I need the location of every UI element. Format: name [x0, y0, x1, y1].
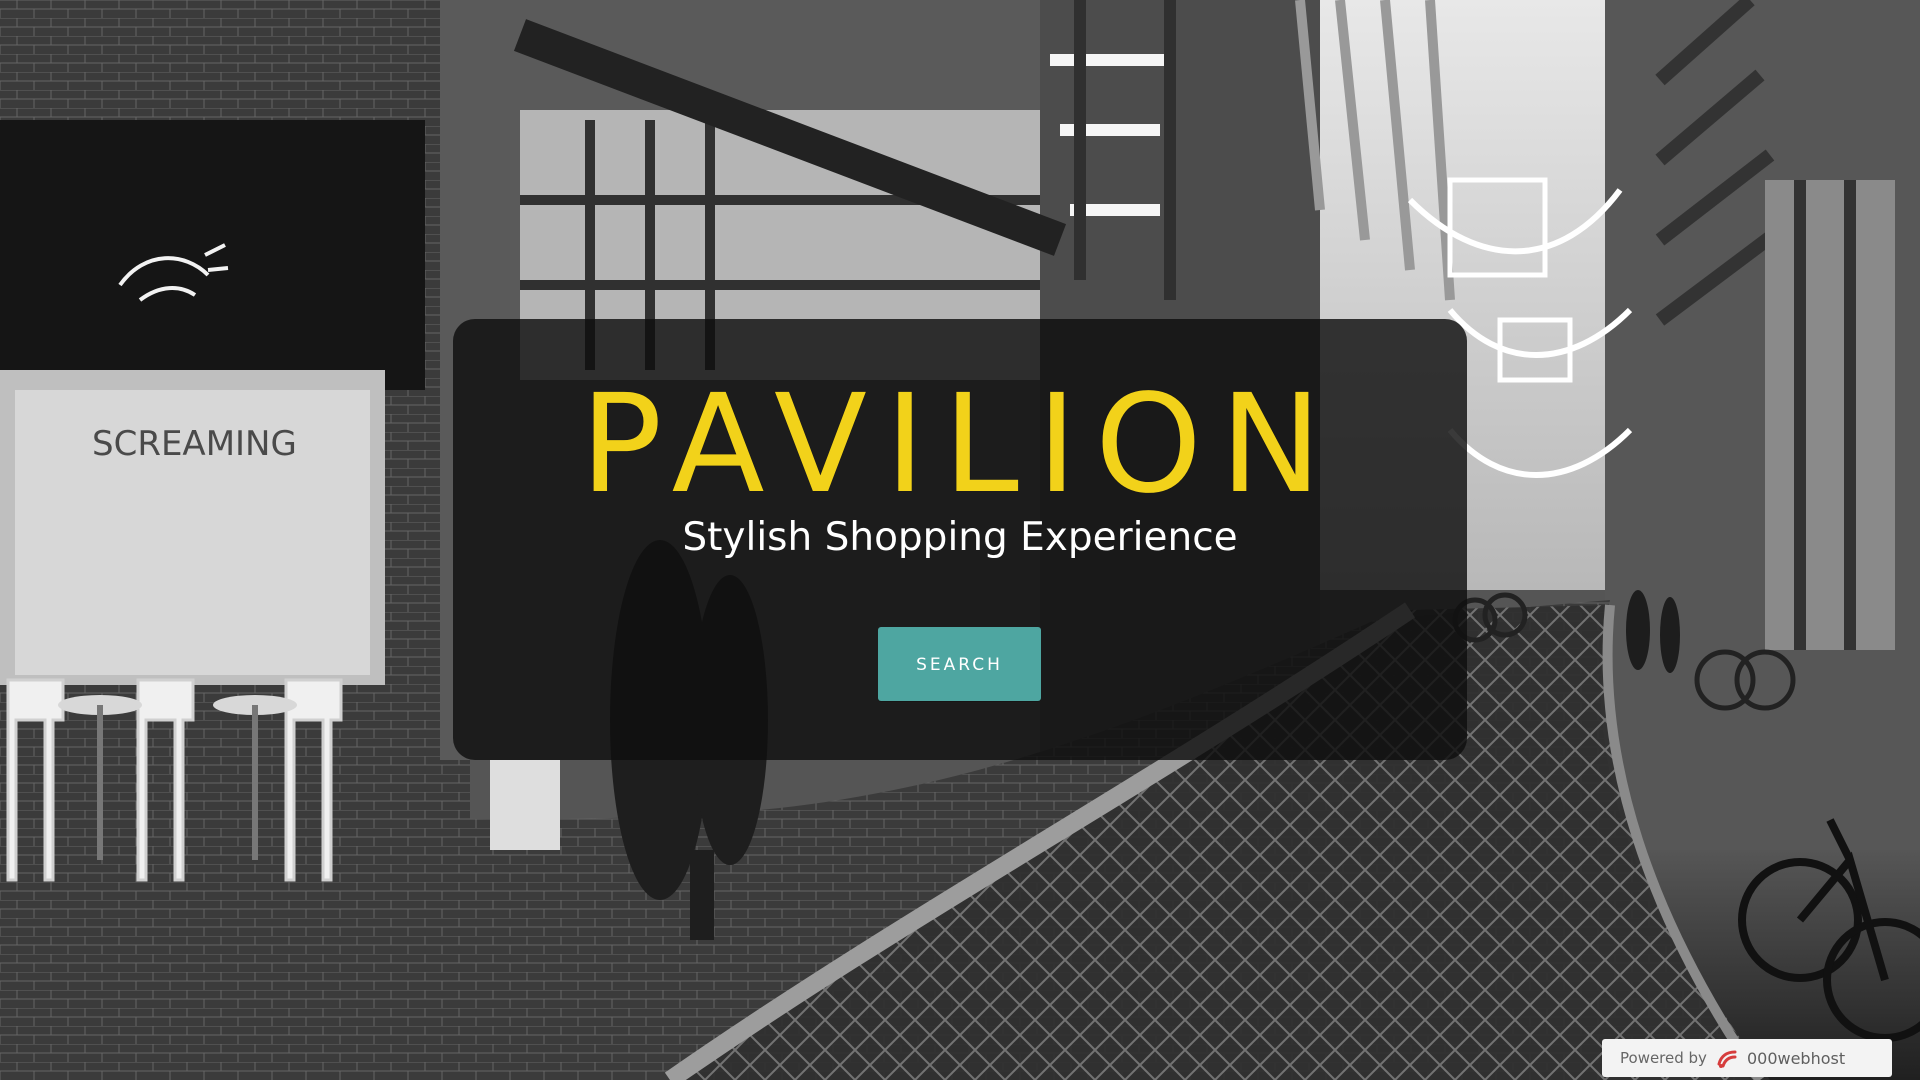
brand-title: PAVILION [580, 366, 1340, 524]
search-button[interactable]: SEARCH [878, 627, 1041, 701]
powered-by-badge[interactable]: Powered by 000webhost [1602, 1039, 1892, 1077]
hero-section: SCREAMING PAVILION Stylish Shopping Expe… [0, 0, 1920, 1080]
svg-text:SCREAMING: SCREAMING [92, 424, 297, 464]
000webhost-logo-icon [1717, 1050, 1737, 1068]
brand-tagline: Stylish Shopping Experience [682, 515, 1238, 560]
provider-name: 000webhost [1746, 1048, 1846, 1068]
powered-by-label: Powered by [1620, 1049, 1707, 1067]
hero-card: PAVILION Stylish Shopping Experience SEA… [453, 319, 1467, 760]
